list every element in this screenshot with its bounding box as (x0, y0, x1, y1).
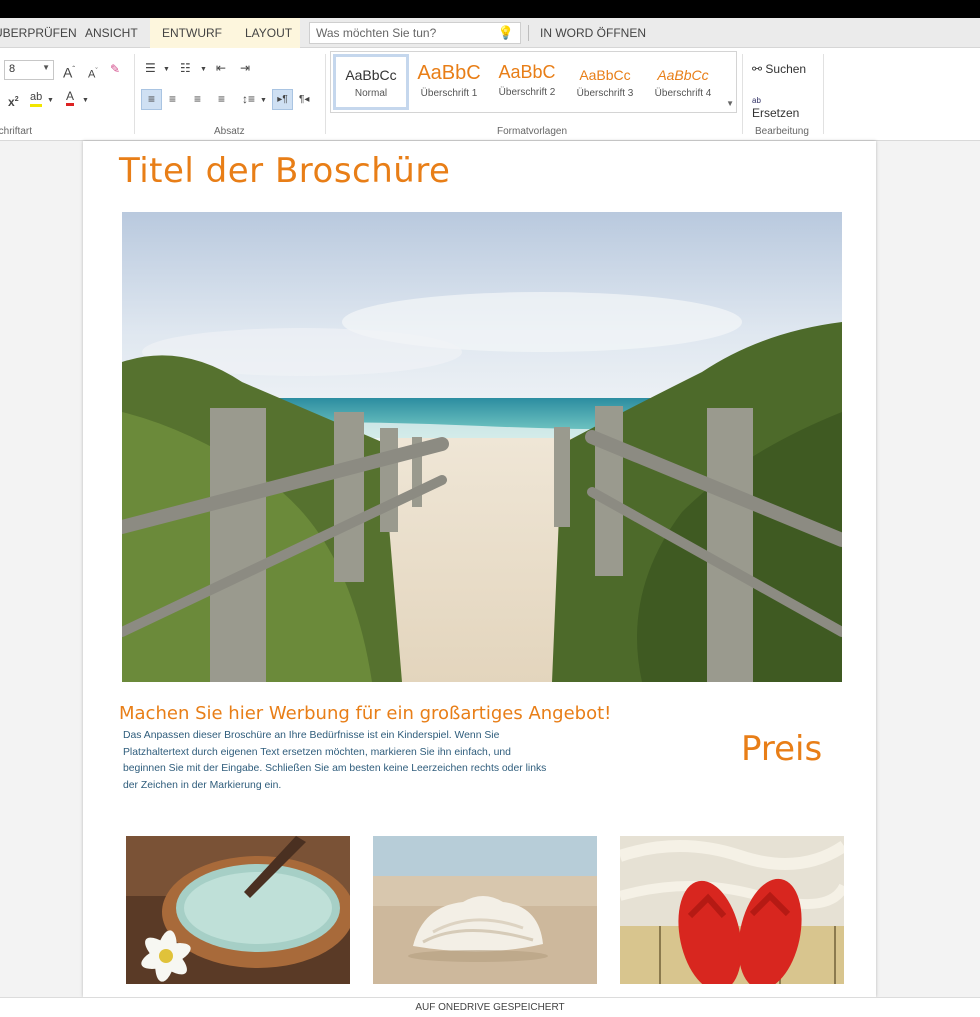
style-heading-2[interactable]: AaBbC Überschrift 2 (489, 54, 565, 110)
style-sample: AaBbCc (657, 67, 709, 83)
style-heading-3[interactable]: AaBbCc Überschrift 3 (567, 54, 643, 110)
gallery-more-icon[interactable]: ▼ (726, 99, 734, 108)
tab-view[interactable]: ANSICHT (85, 18, 138, 48)
style-heading-4[interactable]: AaBbCc Überschrift 4 (645, 54, 721, 110)
flip-flops-photo[interactable] (620, 836, 844, 984)
top-black-bar (0, 0, 980, 18)
tab-review[interactable]: ÜBERPRÜFEN (0, 18, 77, 48)
group-label-editing: Bearbeitung (755, 126, 809, 137)
group-label-styles: Formatvorlagen (497, 126, 568, 137)
group-label-paragraph: Absatz (214, 126, 245, 137)
align-right-icon[interactable]: ≡ (194, 91, 201, 107)
tab-divider (528, 25, 529, 41)
style-sample: AaBbCc (345, 67, 397, 83)
grow-font-icon[interactable]: Aˆ (63, 62, 75, 81)
group-divider (742, 54, 743, 134)
tell-me-search-input[interactable]: Was möchten Sie tun? 💡 (309, 22, 521, 44)
font-size-value: 8 (9, 63, 16, 75)
clear-formatting-icon[interactable]: ✎ (110, 61, 120, 77)
document-page[interactable]: Titel der Broschüre Machen Sie hier Werb… (83, 141, 876, 997)
style-name: Überschrift 3 (576, 88, 634, 99)
save-status: AUF ONEDRIVE GESPEICHERT (415, 1002, 565, 1013)
lightbulb-icon: 💡 (497, 25, 514, 40)
search-placeholder: Was möchten Sie tun? (316, 26, 437, 40)
group-label-font: Schriftart (0, 126, 33, 137)
line-spacing-icon[interactable]: ↕≡ (242, 91, 255, 107)
styles-gallery: AaBbCc Normal AaBbC Überschrift 1 AaBbC … (330, 51, 737, 113)
status-bar: AUF ONEDRIVE GESPEICHERT (0, 997, 980, 1017)
promo-body-text[interactable]: Das Anpassen dieser Broschüre an Ihre Be… (123, 728, 553, 794)
increase-indent-icon[interactable]: ⇥ (240, 60, 250, 76)
chevron-down-icon[interactable]: ▼ (163, 62, 170, 78)
chevron-down-icon[interactable]: ▼ (82, 93, 89, 109)
shrink-font-icon[interactable]: Aˇ (88, 64, 98, 83)
open-in-word-button[interactable]: IN WORD ÖFFNEN (540, 18, 646, 48)
style-heading-1[interactable]: AaBbC Überschrift 1 (411, 54, 487, 110)
style-name: Überschrift 1 (420, 88, 478, 99)
replace-label: Ersetzen (752, 106, 800, 120)
numbering-icon[interactable]: ☷ (180, 60, 191, 76)
font-color-icon[interactable]: A (66, 90, 75, 106)
rtl-paragraph-icon[interactable]: ¶◂ (299, 92, 309, 108)
style-name: Überschrift 2 (498, 87, 556, 98)
tab-design[interactable]: ENTWURF (150, 18, 224, 48)
style-sample: AaBbC (498, 62, 556, 82)
style-name: Überschrift 4 (654, 88, 712, 99)
binoculars-icon: ⚯ (752, 62, 763, 76)
document-canvas[interactable]: Titel der Broschüre Machen Sie hier Werb… (0, 141, 980, 997)
align-center-icon[interactable]: ≡ (169, 91, 176, 107)
chevron-down-icon[interactable]: ▼ (47, 93, 54, 109)
chevron-down-icon[interactable]: ▼ (200, 62, 207, 78)
find-label: Suchen (765, 62, 807, 76)
align-left-icon[interactable]: ≡ (141, 89, 162, 110)
group-divider (134, 54, 135, 134)
replace-icon: ab (752, 96, 761, 105)
beach-path-photo[interactable] (122, 212, 842, 682)
group-divider (325, 54, 326, 134)
replace-button[interactable]: ab Ersetzen (752, 92, 799, 120)
find-button[interactable]: ⚯ Suchen (752, 62, 806, 76)
font-size-select[interactable]: 8 ▼ (4, 60, 54, 80)
style-sample: AaBbCc (579, 67, 631, 83)
price-label[interactable]: Preis (741, 729, 822, 769)
seashell-photo[interactable] (373, 836, 597, 984)
group-divider (823, 54, 824, 134)
tab-layout[interactable]: LAYOUT (224, 18, 300, 48)
style-normal[interactable]: AaBbCc Normal (333, 54, 409, 110)
bullets-icon[interactable]: ☰ (145, 60, 156, 76)
superscript-icon[interactable]: x2 (8, 92, 19, 110)
highlight-icon[interactable]: ab (30, 91, 43, 107)
brochure-title[interactable]: Titel der Broschüre (119, 151, 450, 191)
promo-heading[interactable]: Machen Sie hier Werbung für ein großarti… (119, 703, 611, 724)
bath-salt-photo[interactable] (126, 836, 350, 984)
chevron-down-icon[interactable]: ▼ (260, 93, 267, 109)
style-sample: AaBbC (417, 62, 481, 84)
ribbon-tab-bar: ÜBERPRÜFEN ANSICHT ENTWURF LAYOUT Was mö… (0, 18, 980, 48)
style-name: Normal (354, 88, 388, 99)
justify-icon[interactable]: ≡ (218, 91, 225, 107)
ltr-paragraph-icon[interactable]: ▸¶ (272, 89, 293, 110)
ribbon: 8 ▼ Aˆ Aˇ ✎ x2 ab ▼ A ▼ Schriftart ☰ ▼ ☷… (0, 48, 980, 141)
decrease-indent-icon[interactable]: ⇤ (216, 60, 226, 76)
chevron-down-icon: ▼ (42, 63, 50, 72)
